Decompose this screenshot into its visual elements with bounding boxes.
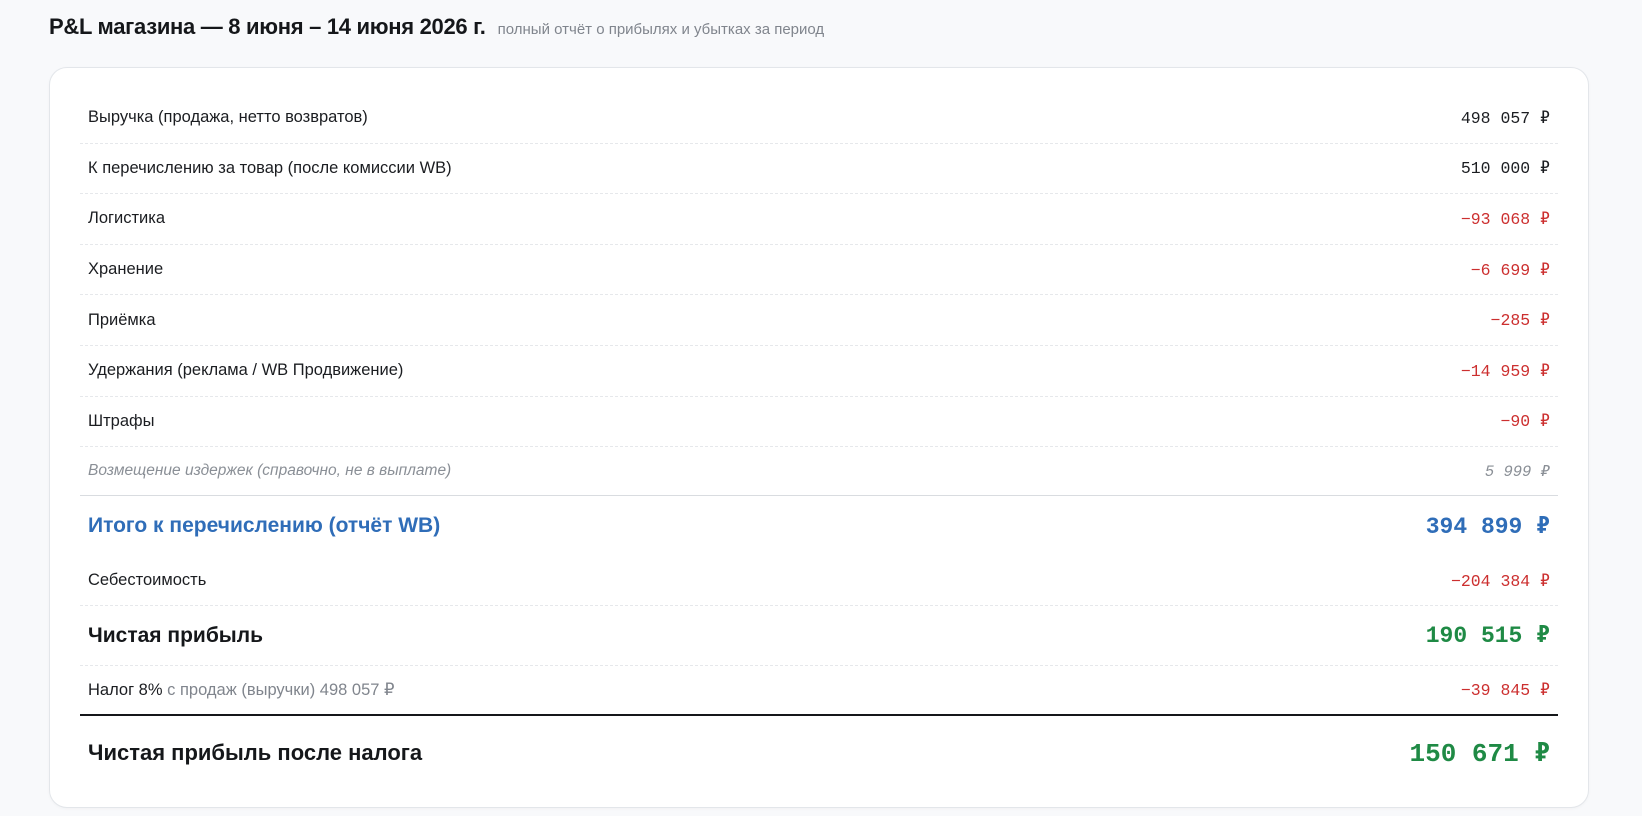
row-value: 510 000 ₽ — [1460, 159, 1550, 179]
page-title: P&L магазина — 8 июня – 14 июня 2026 г. — [49, 14, 486, 39]
tax-label: Налог 8% — [88, 681, 163, 700]
pnl-row-net-after-tax: Чистая прибыль после налога 150 671 ₽ — [80, 716, 1558, 790]
row-label: Возмещение издержек (справочно, не в вып… — [88, 462, 452, 480]
net-after-tax-value: 150 671 ₽ — [1409, 738, 1550, 769]
net-profit-value: 190 515 ₽ — [1425, 623, 1550, 650]
row-value: −204 384 ₽ — [1450, 571, 1550, 591]
net-profit-label: Чистая прибыль — [88, 623, 263, 647]
row-label: Удержания (реклама / WB Продвижение) — [88, 361, 404, 380]
row-label: Штрафы — [88, 411, 155, 430]
pnl-row-acceptance: Приёмка −285 ₽ — [80, 295, 1558, 346]
pnl-row-tax: Налог 8% с продаж (выручки) 498 057 ₽ −3… — [80, 666, 1558, 717]
row-value: −93 068 ₽ — [1460, 209, 1550, 229]
row-value: −285 ₽ — [1490, 311, 1550, 331]
pnl-row-deductions: Удержания (реклама / WB Продвижение) −14… — [80, 346, 1558, 397]
page-header: P&L магазина — 8 июня – 14 июня 2026 г. … — [49, 14, 824, 40]
pnl-row-total-wb: Итого к перечислению (отчёт WB) 394 899 … — [80, 496, 1558, 556]
pnl-rows: Выручка (продажа, нетто возвратов) 498 0… — [80, 93, 1558, 790]
pnl-row-cost-of-goods: Себестоимость −204 384 ₽ — [80, 556, 1558, 607]
pnl-row-fines: Штрафы −90 ₽ — [80, 397, 1558, 448]
pnl-row-revenue: Выручка (продажа, нетто возвратов) 498 0… — [80, 93, 1558, 144]
tax-label-group: Налог 8% с продаж (выручки) 498 057 ₽ — [88, 680, 395, 700]
row-label: Приёмка — [88, 310, 156, 329]
row-value: −14 959 ₽ — [1460, 361, 1550, 381]
tax-value: −39 845 ₽ — [1460, 681, 1550, 701]
row-label: К перечислению за товар (после комиссии … — [88, 158, 452, 177]
net-after-tax-label: Чистая прибыль после налога — [88, 740, 423, 766]
row-value: 498 057 ₽ — [1460, 108, 1550, 128]
total-wb-value: 394 899 ₽ — [1425, 513, 1550, 540]
pnl-row-payout-for-goods: К перечислению за товар (после комиссии … — [80, 144, 1558, 195]
row-label: Выручка (продажа, нетто возвратов) — [88, 108, 368, 127]
pnl-row-storage: Хранение −6 699 ₽ — [80, 245, 1558, 296]
pnl-report-card: Выручка (продажа, нетто возвратов) 498 0… — [49, 67, 1589, 808]
row-label: Логистика — [88, 209, 166, 228]
row-label: Себестоимость — [88, 571, 207, 590]
row-value: −90 ₽ — [1500, 412, 1550, 432]
row-value: 5 999 ₽ — [1484, 462, 1550, 481]
row-label: Хранение — [88, 260, 164, 279]
row-value: −6 699 ₽ — [1470, 260, 1550, 280]
pnl-row-net-profit: Чистая прибыль 190 515 ₽ — [80, 606, 1558, 667]
pnl-row-compensation: Возмещение издержек (справочно, не в вып… — [80, 447, 1558, 497]
pnl-row-logistics: Логистика −93 068 ₽ — [80, 194, 1558, 245]
total-wb-label: Итого к перечислению (отчёт WB) — [88, 514, 441, 538]
page-subtitle: полный отчёт о прибылях и убытках за пер… — [497, 21, 825, 38]
tax-note: с продаж (выручки) 498 057 ₽ — [167, 681, 395, 700]
